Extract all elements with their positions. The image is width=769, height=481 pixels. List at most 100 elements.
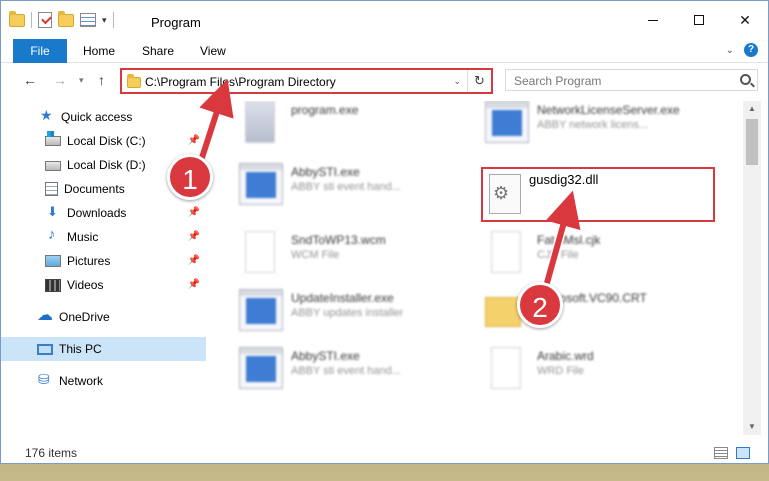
file-description: ABBY sti event hand... xyxy=(291,365,401,377)
address-history-chevron-icon[interactable]: ⌄ xyxy=(453,76,461,87)
videos-icon xyxy=(45,278,61,292)
window-controls: ✕ xyxy=(630,1,768,39)
minimize-button[interactable] xyxy=(630,1,676,39)
details-view-icon[interactable] xyxy=(714,447,728,459)
pictures-icon xyxy=(45,255,61,267)
file-item[interactable]: NetworkLicenseServer.exe ABBY network li… xyxy=(463,101,703,153)
file-description: CJK File xyxy=(537,249,579,261)
file-name: program.exe xyxy=(291,103,359,117)
file-item[interactable]: AbbySTI.exe ABBY sti event hand... xyxy=(217,157,457,215)
help-icon[interactable]: ? xyxy=(744,43,758,57)
drive-icon xyxy=(45,161,61,171)
file-item[interactable]: FatalMsl.cjk CJK File xyxy=(463,225,703,283)
properties-check-icon[interactable] xyxy=(38,12,52,28)
sidebar-item-this-pc[interactable]: This PC xyxy=(1,337,206,361)
tab-view[interactable]: View xyxy=(200,39,226,63)
computer-icon xyxy=(37,343,53,355)
pin-icon[interactable]: 📌 xyxy=(188,207,200,218)
sidebar-item-local-disk-c[interactable]: Local Disk (C:) 📌 xyxy=(1,129,206,153)
file-name: AbbySTI.exe xyxy=(291,165,360,179)
folder-icon xyxy=(127,74,141,88)
search-icon xyxy=(740,74,751,85)
properties-icon[interactable] xyxy=(80,13,96,27)
file-item[interactable]: Microsoft.VC90.CRT xyxy=(463,283,703,341)
file-item[interactable]: Arabic.wrd WRD File xyxy=(463,341,703,399)
documents-icon xyxy=(45,182,58,196)
explorer-window: ▾ Program ✕ File Home Share View ⌄ ? ← →… xyxy=(0,0,769,464)
recent-locations-chevron-icon[interactable]: ▾ xyxy=(79,75,84,86)
tab-share[interactable]: Share xyxy=(142,39,174,63)
search-placeholder: Search Program xyxy=(514,74,602,88)
sidebar-item-pictures[interactable]: Pictures 📌 xyxy=(1,249,206,273)
large-icons-view-icon[interactable] xyxy=(736,447,750,459)
address-bar[interactable]: C:\Program Files\Program Directory ⌄ ↻ xyxy=(120,68,493,94)
sidebar-item-network[interactable]: Network xyxy=(1,369,206,393)
customize-toolbar-chevron-icon[interactable]: ▾ xyxy=(102,15,107,26)
sidebar-item-label: OneDrive xyxy=(59,310,110,324)
vertical-scrollbar[interactable]: ▲ ▼ xyxy=(743,101,761,435)
search-input[interactable]: Search Program xyxy=(505,69,758,91)
tab-home[interactable]: Home xyxy=(83,39,115,63)
up-arrow-icon[interactable]: ↑ xyxy=(98,72,105,88)
scroll-up-icon[interactable]: ▲ xyxy=(743,101,761,117)
highlighted-dll-file[interactable]: gusdig32.dll xyxy=(481,167,715,222)
application-icon xyxy=(239,163,283,205)
item-count: 176 items xyxy=(25,446,78,460)
blank-file-icon xyxy=(491,347,521,389)
file-name: NetworkLicenseServer.exe xyxy=(537,103,680,117)
scroll-down-icon[interactable]: ▼ xyxy=(743,419,761,435)
sidebar-item-music[interactable]: Music 📌 xyxy=(1,225,206,249)
expand-ribbon-chevron-icon[interactable]: ⌄ xyxy=(726,45,734,56)
new-folder-icon[interactable] xyxy=(58,10,74,27)
application-icon xyxy=(485,101,529,143)
pin-icon[interactable]: 📌 xyxy=(188,135,200,146)
file-item[interactable]: program.exe xyxy=(217,101,457,153)
toolbar-divider xyxy=(112,12,114,28)
file-name: FatalMsl.cjk xyxy=(537,233,601,247)
network-icon xyxy=(37,371,53,388)
file-item[interactable]: AbbySTI.exe ABBY sti event hand... xyxy=(217,341,457,399)
sidebar-item-label: Videos xyxy=(67,278,104,292)
minimize-icon xyxy=(648,19,658,21)
program-file-icon xyxy=(245,101,275,143)
sidebar-item-label: Local Disk (C:) xyxy=(67,134,146,148)
status-bar: 176 items xyxy=(1,443,768,463)
pin-icon[interactable]: 📌 xyxy=(188,279,200,290)
title-bar: ▾ Program ✕ xyxy=(1,1,768,39)
file-name: gusdig32.dll xyxy=(529,172,599,187)
pin-icon[interactable]: 📌 xyxy=(188,255,200,266)
sidebar-item-downloads[interactable]: Downloads 📌 xyxy=(1,201,206,225)
step-2-badge: 2 xyxy=(517,282,563,328)
window-title: Program xyxy=(151,15,201,30)
scroll-thumb[interactable] xyxy=(746,119,758,165)
maximize-icon xyxy=(694,15,704,25)
sidebar-item-label: Quick access xyxy=(61,110,133,124)
refresh-icon[interactable]: ↻ xyxy=(467,70,491,92)
cloud-icon xyxy=(37,305,53,325)
file-name: UpdateInstaller.exe xyxy=(291,291,394,305)
step-1-badge: 1 xyxy=(167,154,213,200)
toolbar-divider xyxy=(31,12,32,28)
sidebar-item-label: Music xyxy=(67,230,99,244)
tab-file[interactable]: File xyxy=(13,39,67,63)
file-item[interactable]: UpdateInstaller.exe ABBY updates install… xyxy=(217,283,457,341)
music-icon xyxy=(45,226,61,244)
forward-arrow-icon[interactable]: → xyxy=(53,72,67,88)
sidebar-item-videos[interactable]: Videos 📌 xyxy=(1,273,206,297)
quick-access-toolbar: ▾ xyxy=(9,10,114,28)
sidebar-item-onedrive[interactable]: OneDrive xyxy=(1,305,206,329)
maximize-button[interactable] xyxy=(676,1,722,39)
back-arrow-icon[interactable]: ← xyxy=(23,72,37,88)
dll-gear-icon xyxy=(489,174,521,214)
close-button[interactable]: ✕ xyxy=(722,1,768,39)
address-path[interactable]: C:\Program Files\Program Directory xyxy=(145,75,336,89)
sidebar-item-quick-access[interactable]: Quick access xyxy=(1,105,206,129)
downloads-icon xyxy=(45,204,61,220)
application-icon xyxy=(239,347,283,389)
file-item[interactable]: SndToWP13.wcm WCM File xyxy=(217,225,457,283)
sidebar-item-label: This PC xyxy=(59,342,102,356)
sidebar-item-label: Documents xyxy=(64,182,125,196)
sidebar-item-label: Network xyxy=(59,374,104,388)
file-description: WRD File xyxy=(537,365,585,377)
pin-icon[interactable]: 📌 xyxy=(188,231,200,242)
